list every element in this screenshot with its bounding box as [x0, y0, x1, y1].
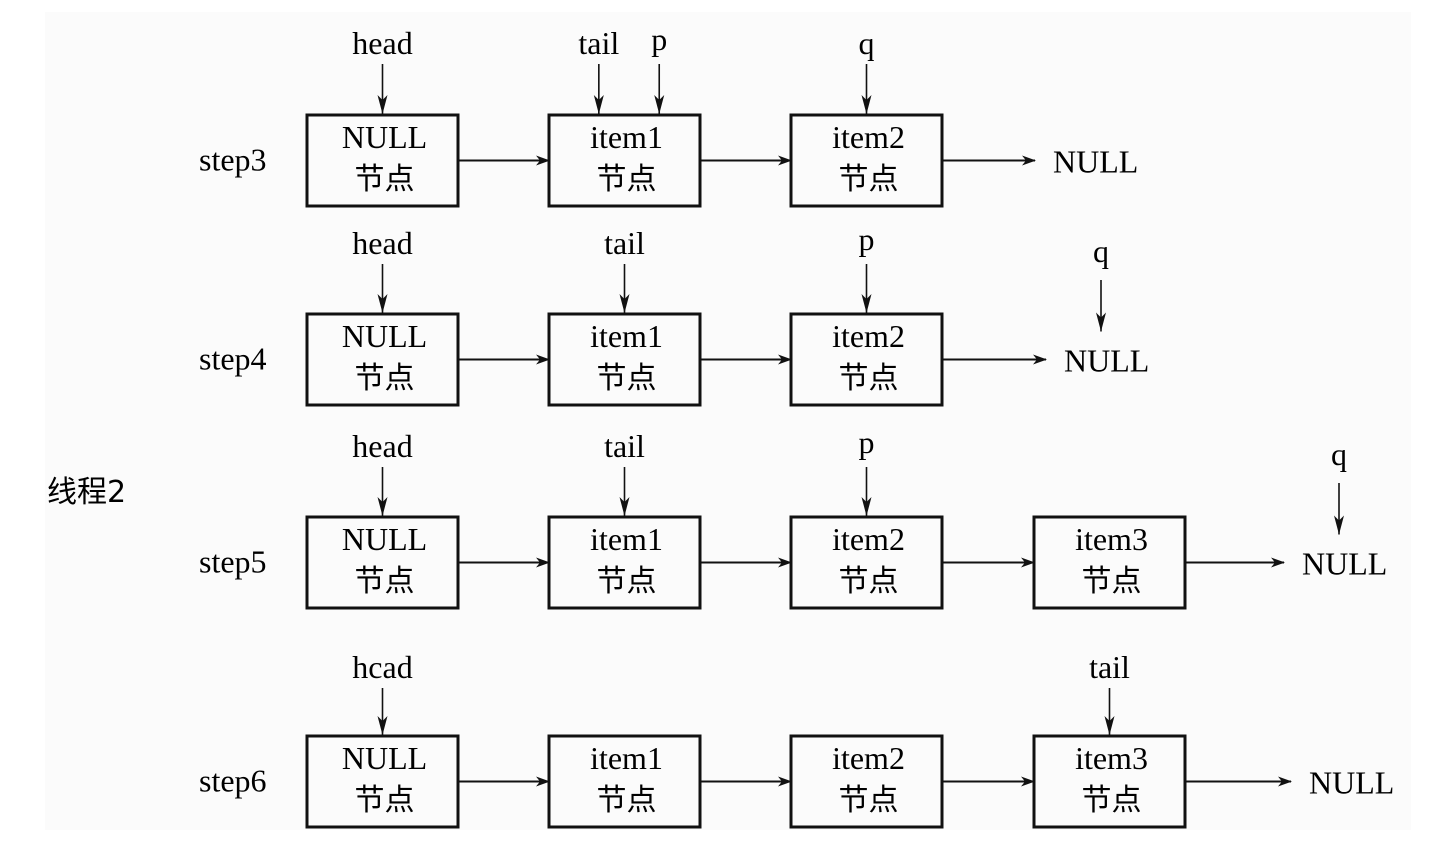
node-type-label: 节点 [597, 783, 657, 818]
terminal-null: NULL [1053, 144, 1138, 180]
node-value: item1 [590, 119, 663, 155]
step-row-step6: step6 NULL 节点 hcad item1 节点 item2 节点 item3 节点 tail… [199, 649, 1394, 829]
node-type-label: 节点 [597, 564, 657, 599]
pointer-label-p: p [859, 221, 875, 257]
list-node: item2 节点 [789, 734, 944, 829]
list-node: item1 节点 [547, 515, 702, 610]
node-type-label: 节点 [597, 361, 657, 396]
terminal-null: NULL [1064, 343, 1149, 379]
list-node: NULL 节点 [305, 113, 460, 208]
step-label: step6 [199, 763, 267, 799]
node-value: item1 [590, 740, 663, 776]
list-node: item1 节点 [547, 734, 702, 829]
node-value: item3 [1075, 521, 1148, 557]
pointer-label-tail: tail [578, 25, 619, 61]
list-node: item2 节点 [789, 312, 944, 407]
node-value: item1 [590, 318, 663, 354]
step-label: step4 [199, 341, 267, 377]
pointer-label-p: p [651, 21, 667, 57]
node-type-label: 节点 [355, 162, 415, 197]
pointer-label-hcad: hcad [352, 649, 412, 685]
terminal-null: NULL [1302, 546, 1387, 582]
thread-label: 线程2 [47, 475, 126, 510]
node-type-label: 节点 [839, 361, 899, 396]
pointer-label-tail: tail [604, 428, 645, 464]
list-node: NULL 节点 [305, 515, 460, 610]
node-type-label: 节点 [1082, 783, 1142, 818]
pointer-label-head: head [352, 428, 412, 464]
list-node: item2 节点 [789, 113, 944, 208]
step-row-step5: step5 NULL 节点 head item1 节点 tail item2 节点 p item3 节… [199, 424, 1387, 610]
linked-list-diagram: 线程2 step3NULL节点headitem1节点tail pitem2节点qN… [47, 21, 1394, 829]
pointer-label-q: q [859, 25, 875, 61]
list-node: item3 节点 [1032, 515, 1187, 610]
step-row-step4: step4 NULL 节点 head item1 节点 tail item2 节点 p NULL q [199, 221, 1149, 407]
pointer-label-q: q [1093, 233, 1109, 269]
node-value: item3 [1075, 740, 1148, 776]
list-node: item1 节点 [547, 312, 702, 407]
node-type-label: 节点 [597, 162, 657, 197]
node-type-label: 节点 [355, 361, 415, 396]
pointer-label-p: p [859, 424, 875, 460]
step-label: step3 [199, 142, 267, 178]
node-value: NULL [342, 740, 427, 776]
list-node: NULL 节点 [305, 312, 460, 407]
node-type-label: 节点 [839, 783, 899, 818]
terminal-null: NULL [1309, 765, 1394, 801]
node-value: NULL [342, 521, 427, 557]
node-value: item2 [832, 318, 905, 354]
node-value: NULL [342, 119, 427, 155]
list-node: item3 节点 [1032, 734, 1187, 829]
list-node: item1 节点 [547, 113, 702, 208]
pointer-label-tail: tail [1089, 649, 1130, 685]
node-value: item1 [590, 521, 663, 557]
list-node: item2 节点 [789, 515, 944, 610]
pointer-label-tail: tail [604, 225, 645, 261]
node-type-label: 节点 [355, 564, 415, 599]
node-value: item2 [832, 119, 905, 155]
pointer-label-head: head [352, 225, 412, 261]
pointer-label-head: head [352, 25, 412, 61]
node-type-label: 节点 [355, 783, 415, 818]
node-value: item2 [832, 521, 905, 557]
pointer-label-q: q [1331, 436, 1347, 472]
node-type-label: 节点 [839, 564, 899, 599]
step-row-step3: step3 NULL 节点 head item1 节点 tail p item2 节点 q NULL [199, 21, 1138, 208]
node-value: NULL [342, 318, 427, 354]
node-value: item2 [832, 740, 905, 776]
node-type-label: 节点 [839, 162, 899, 197]
node-type-label: 节点 [1082, 564, 1142, 599]
list-node: NULL 节点 [305, 734, 460, 829]
step-label: step5 [199, 544, 267, 580]
